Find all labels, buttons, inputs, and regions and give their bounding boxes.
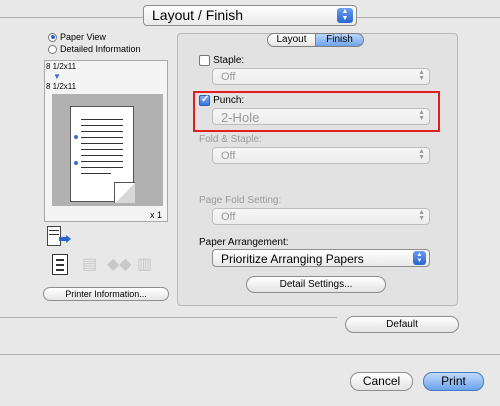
- radio-off-icon: [48, 44, 57, 54]
- punch-checkbox[interactable]: [199, 94, 210, 106]
- text-line: [81, 161, 123, 162]
- punch-hole-icon: [74, 135, 78, 139]
- paper-arrangement-label: Paper Arrangement:: [199, 237, 289, 248]
- page-fold-value: Off: [221, 211, 236, 223]
- staple-checkbox-row[interactable]: Staple:: [199, 54, 244, 66]
- printer-information-button[interactable]: Printer Information...: [43, 287, 169, 301]
- punch-select[interactable]: 2-Hole ▲ ▼: [212, 108, 430, 125]
- paper-view-label: Paper View: [60, 32, 106, 42]
- text-line: [81, 173, 111, 174]
- source-paper-size: 8 1/2x11: [46, 62, 77, 71]
- punch-checkbox-row[interactable]: Punch:: [199, 94, 244, 106]
- fold-staple-value: Off: [221, 150, 236, 162]
- detailed-information-label: Detailed Information: [60, 44, 141, 54]
- fold-staple-label: Fold & Staple:: [199, 134, 262, 145]
- text-line: [81, 131, 123, 132]
- header-divider-left: [0, 17, 143, 18]
- staple-label: Staple:: [213, 55, 245, 66]
- page-curl-icon: [114, 182, 135, 203]
- settings-category-popup[interactable]: Layout / Finish ▲ ▼: [143, 5, 357, 26]
- staple-checkbox[interactable]: [199, 54, 210, 66]
- copies-count: x 1: [150, 210, 163, 220]
- text-line: [81, 119, 123, 120]
- detailed-information-radio[interactable]: Detailed Information: [48, 43, 141, 55]
- users-icon: ◆◆: [107, 256, 132, 273]
- output-paper-size: 8 1/2x11: [46, 82, 77, 91]
- text-line: [81, 143, 123, 144]
- text-line: [81, 167, 123, 168]
- popup-arrows-icon: ▲ ▼: [413, 251, 426, 265]
- staple-value: Off: [221, 71, 236, 83]
- settings-category-value: Layout / Finish: [152, 7, 244, 23]
- footer-divider-left: [0, 317, 337, 318]
- page-fold-label: Page Fold Setting:: [199, 195, 282, 206]
- staple-select[interactable]: Off ▲ ▼: [212, 68, 430, 85]
- fold-staple-select[interactable]: Off ▲ ▼: [212, 147, 430, 164]
- down-arrow-icon: ▼: [53, 72, 61, 81]
- punch-hole-icon: [74, 161, 78, 165]
- stepper-icon: ▲ ▼: [418, 209, 425, 222]
- stepper-icon: ▲ ▼: [418, 148, 425, 161]
- document-icon: [52, 254, 68, 275]
- user-comment-icon: ▤: [82, 256, 98, 273]
- header-divider-right: [357, 17, 500, 18]
- page-fold-select[interactable]: Off ▲ ▼: [212, 208, 430, 225]
- text-line: [81, 149, 123, 150]
- radio-on-icon: [48, 32, 57, 42]
- paper-arrangement-value: Prioritize Arranging Papers: [221, 252, 364, 266]
- tab-layout[interactable]: Layout: [267, 33, 316, 47]
- footer-divider: [0, 354, 500, 355]
- punch-value: 2-Hole: [221, 110, 260, 125]
- default-button[interactable]: Default: [345, 316, 459, 333]
- document-lock-icon: ▥: [137, 256, 153, 273]
- detail-settings-button[interactable]: Detail Settings...: [246, 276, 386, 293]
- text-line: [81, 155, 123, 156]
- punch-label: Punch:: [213, 95, 245, 106]
- popup-arrows-icon: ▲ ▼: [337, 8, 353, 23]
- stepper-icon: ▲ ▼: [418, 109, 425, 122]
- text-line: [81, 125, 123, 126]
- stepper-icon: ▲ ▼: [418, 69, 425, 82]
- cancel-button[interactable]: Cancel: [350, 372, 413, 391]
- print-button[interactable]: Print: [423, 372, 484, 391]
- paper-arrangement-select[interactable]: Prioritize Arranging Papers ▲ ▼: [212, 249, 430, 267]
- paper-view-radio[interactable]: Paper View: [48, 31, 106, 43]
- text-line: [81, 137, 123, 138]
- tab-finish[interactable]: Finish: [316, 33, 364, 47]
- printer-output-icon: [47, 226, 73, 248]
